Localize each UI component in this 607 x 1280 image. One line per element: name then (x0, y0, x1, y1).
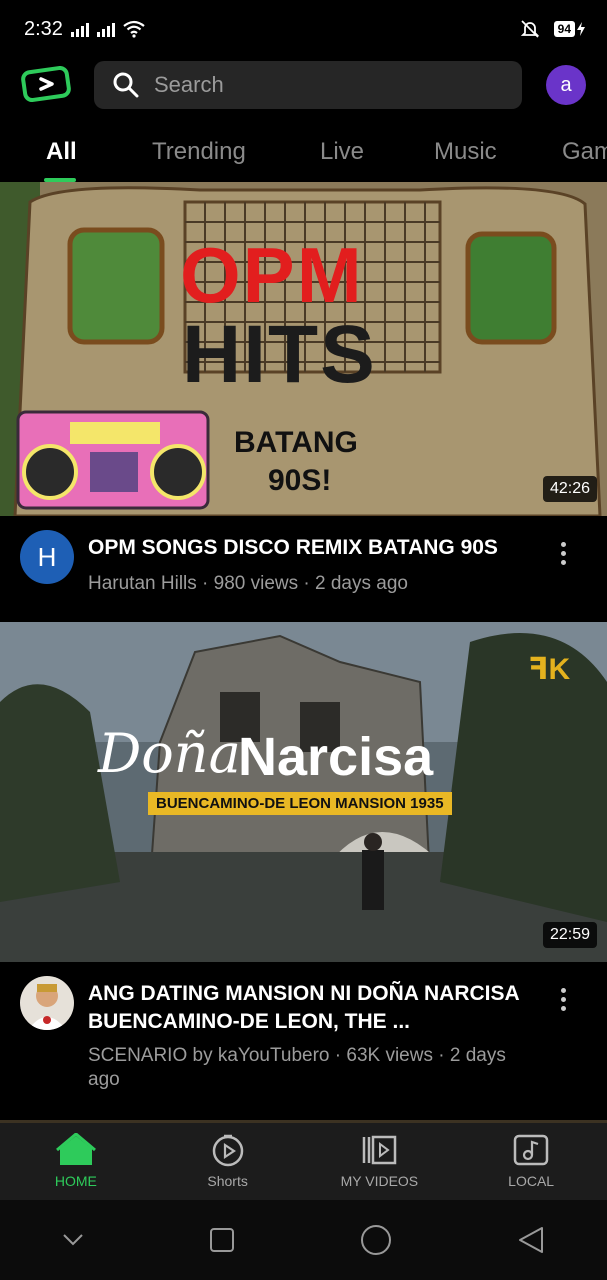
chevron-down-icon[interactable] (62, 1233, 84, 1247)
video-info-1[interactable]: H OPM SONGS DISCO REMIX BATANG 90S Harut… (0, 516, 607, 622)
tab-live[interactable]: Live (320, 138, 364, 166)
bell-muted-icon (520, 20, 539, 38)
app-header: Search a (0, 58, 607, 112)
home-icon (55, 1133, 96, 1165)
shorts-icon (212, 1134, 243, 1167)
video-thumbnail-1[interactable]: OPM HITS BATANG 90S! 42:26 (0, 182, 607, 516)
nav-shorts[interactable]: Shorts (152, 1123, 304, 1200)
video-meta: SCENARIO by kaYouTubero · 63K views · 2 … (88, 1045, 506, 1090)
thumbnail-sub-batang: BATANG (234, 426, 358, 459)
video-thumbnail-2[interactable]: Doña Narcisa BUENCAMINO-DE LEON MANSION … (0, 622, 607, 962)
category-tabs: All Trending Live Music Gam (0, 122, 607, 182)
channel-avatar[interactable] (20, 976, 74, 1030)
search-bar[interactable]: Search (94, 61, 522, 109)
home-circle-icon[interactable] (360, 1224, 392, 1256)
tab-trending[interactable]: Trending (152, 138, 246, 166)
video-duration: 42:26 (542, 476, 597, 502)
thumbnail-sub-90s: 90S! (268, 464, 332, 497)
wifi-icon (123, 20, 145, 38)
tab-music[interactable]: Music (434, 138, 497, 166)
video-meta: Harutan Hills · 980 views · 2 days ago (88, 573, 408, 594)
tab-gaming[interactable]: Gam (562, 138, 607, 166)
channel-watermark-icon: ꟻK (528, 653, 571, 686)
battery-indicator: 94 (553, 21, 585, 37)
channel-avatar[interactable]: H (20, 530, 74, 584)
my-videos-icon (363, 1135, 397, 1165)
nav-shorts-label: Shorts (207, 1173, 248, 1189)
account-avatar[interactable]: a (546, 65, 586, 105)
back-icon[interactable] (517, 1225, 545, 1255)
status-right: 94 (520, 19, 585, 39)
app-logo-icon[interactable] (20, 65, 74, 105)
more-options-icon[interactable] (551, 542, 575, 565)
system-navigation-bar (0, 1200, 607, 1280)
nav-local[interactable]: LOCAL (455, 1123, 607, 1200)
signal-icon-2 (96, 21, 115, 37)
nav-local-label: LOCAL (508, 1173, 555, 1189)
signal-icon (70, 21, 89, 37)
more-options-icon[interactable] (551, 988, 575, 1011)
channel-avatar-art (28, 984, 66, 1030)
charging-icon (577, 22, 585, 36)
search-icon (113, 72, 139, 98)
thumbnail-title-hits: HITS (182, 309, 377, 400)
status-time: 2:32 (24, 17, 63, 40)
thumbnail-banner: BUENCAMINO-DE LEON MANSION 1935 (148, 792, 452, 815)
search-placeholder: Search (154, 72, 224, 97)
video-info-2[interactable]: ANG DATING MANSION NI DOÑA NARCISA BUENC… (0, 962, 607, 1120)
nav-my-videos-label: MY VIDEOS (340, 1173, 419, 1189)
nav-home-label: HOME (54, 1173, 97, 1189)
local-music-icon (513, 1134, 549, 1166)
recent-apps-icon[interactable] (209, 1227, 235, 1253)
bottom-navigation: HOME Shorts MY VIDEOS LOCAL (0, 1120, 607, 1200)
status-left: 2:32 (24, 18, 145, 41)
video-duration: 22:59 (542, 922, 597, 948)
video-title[interactable]: ANG DATING MANSION NI DOÑA NARCISA BUENC… (88, 980, 538, 1036)
tab-all[interactable]: All (46, 138, 77, 166)
status-bar: 2:32 94 (0, 0, 607, 58)
thumbnail-title-dona: Doña (98, 722, 241, 785)
nav-my-videos[interactable]: MY VIDEOS (304, 1123, 456, 1200)
nav-home[interactable]: HOME (0, 1123, 152, 1200)
video-title[interactable]: OPM SONGS DISCO REMIX BATANG 90S (88, 534, 538, 562)
battery-level: 94 (553, 21, 575, 37)
thumbnail-title-narcisa: Narcisa (238, 727, 434, 787)
